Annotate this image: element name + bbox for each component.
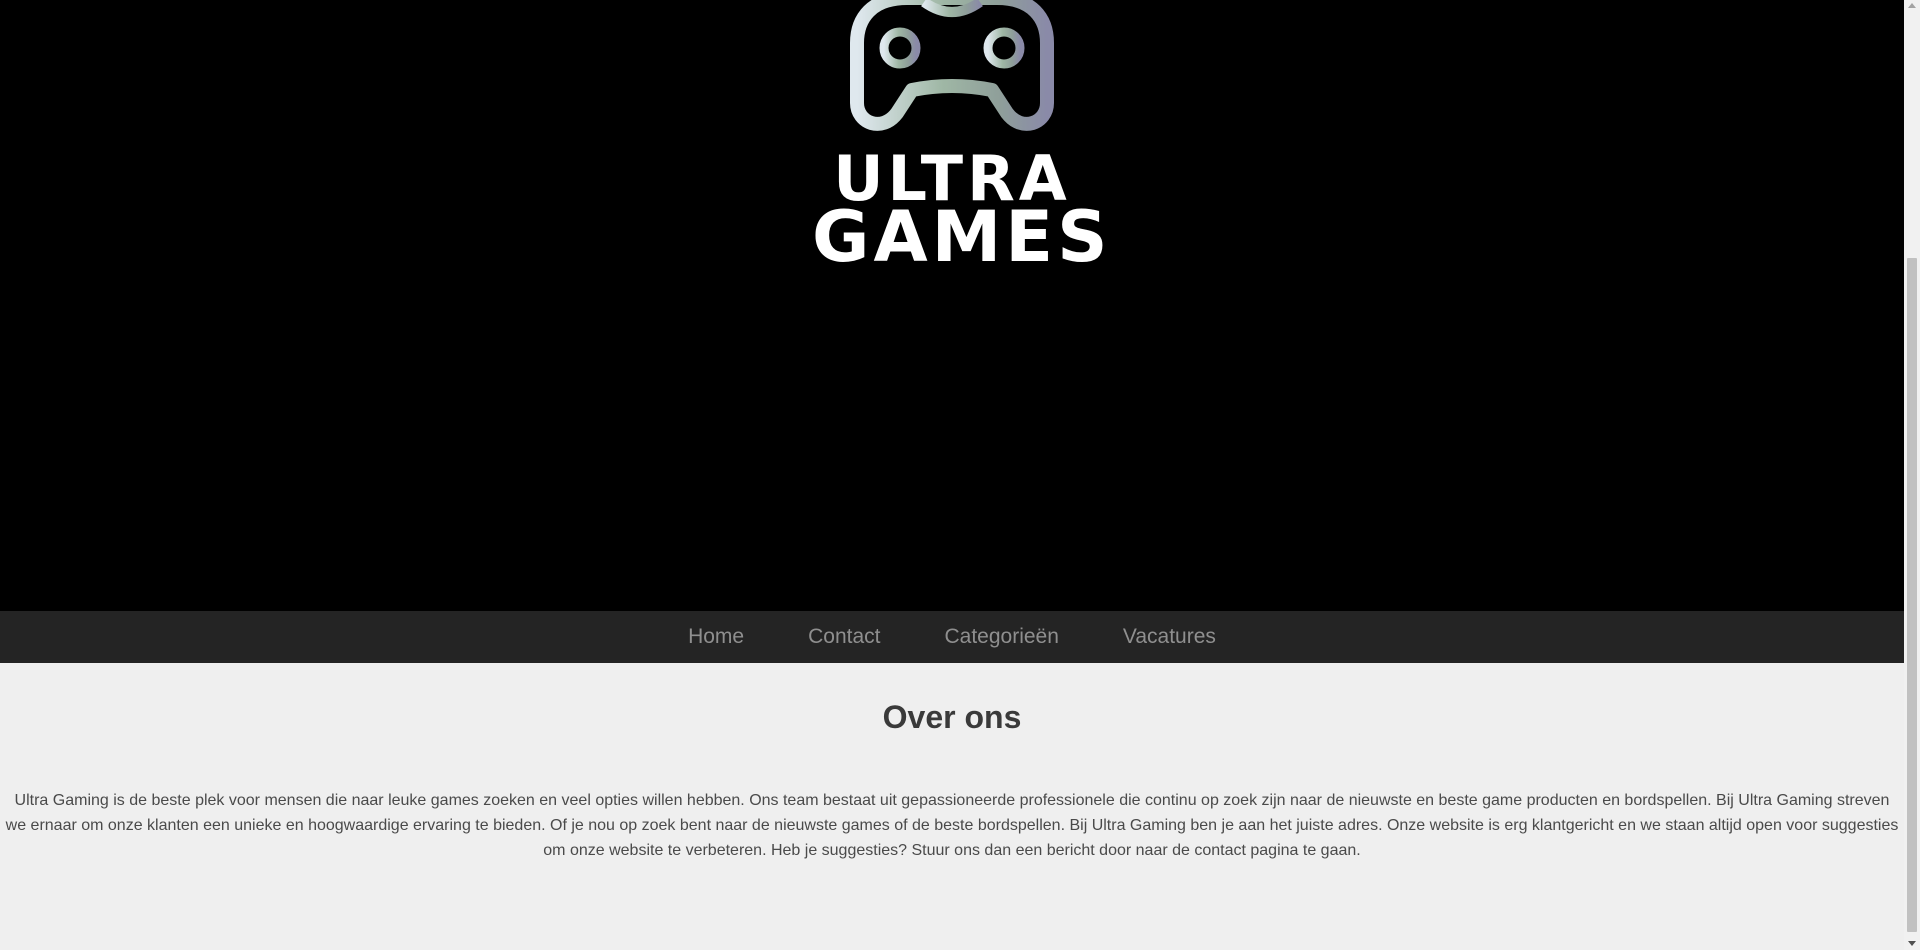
nav-link-contact[interactable]: Contact bbox=[808, 625, 880, 649]
nav-link-home[interactable]: Home bbox=[688, 625, 744, 649]
about-body: Ultra Gaming is de beste plek voor mense… bbox=[5, 792, 1899, 860]
scroll-up-arrow-icon[interactable] bbox=[1908, 3, 1916, 8]
about-section: Over ons Ultra Gaming is de beste plek v… bbox=[0, 663, 1904, 863]
scroll-down-arrow-icon[interactable] bbox=[1908, 941, 1916, 946]
logo-text-games: GAMES bbox=[812, 196, 1112, 278]
page-scrollbar[interactable] bbox=[1904, 0, 1920, 950]
main-navigation: Home Contact Categorieën Vacatures bbox=[0, 611, 1904, 663]
scrollbar-thumb[interactable] bbox=[1907, 258, 1917, 932]
gamepad-icon bbox=[850, 0, 1054, 131]
nav-link-categories[interactable]: Categorieën bbox=[944, 625, 1058, 649]
page: ULTRA GAMES Home Contact Categorieën Vac… bbox=[0, 0, 1904, 950]
about-title: Over ons bbox=[882, 699, 1022, 735]
site-logo[interactable]: ULTRA GAMES bbox=[812, 0, 1112, 278]
nav-link-vacancies[interactable]: Vacatures bbox=[1123, 625, 1216, 649]
hero-banner: ULTRA GAMES bbox=[0, 0, 1904, 611]
